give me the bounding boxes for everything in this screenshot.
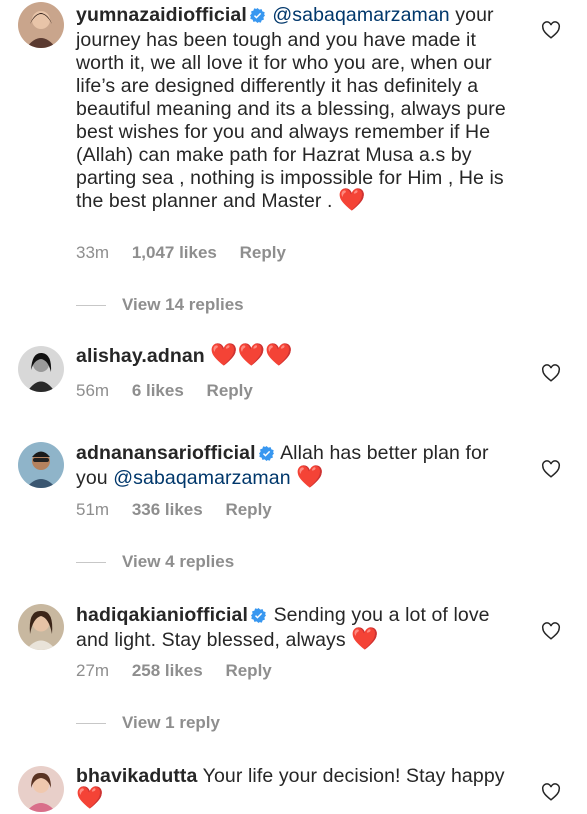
view-replies-label: View 14 replies <box>122 295 244 314</box>
comment-time: 51m <box>76 500 110 519</box>
comment-time: 27m <box>76 661 110 680</box>
avatar[interactable] <box>18 442 64 488</box>
reply-button[interactable]: Reply <box>225 500 271 519</box>
view-replies-button[interactable]: View 14 replies <box>76 295 244 315</box>
comment-time: 33m <box>76 243 110 262</box>
comment-text: your journey has been tough and you have… <box>76 4 506 212</box>
comment-username[interactable]: hadiqakianiofficial <box>76 604 248 626</box>
comment-username[interactable]: yumnazaidiofficial <box>76 4 247 26</box>
comment-heart-emoji: ❤️ <box>296 465 324 490</box>
comment-likes[interactable]: 258 likes <box>132 661 203 680</box>
avatar[interactable] <box>18 346 64 392</box>
divider-line <box>76 561 106 563</box>
heart-outline-icon[interactable] <box>541 21 561 39</box>
comment-username[interactable]: adnanansariofficial <box>76 442 256 464</box>
comment-heart-emoji: ❤️ <box>351 627 379 652</box>
divider-line <box>76 722 106 724</box>
comment-mention[interactable]: @sabaqamarzaman <box>113 467 290 489</box>
view-replies-label: View 1 reply <box>122 713 220 732</box>
divider-line <box>76 304 106 306</box>
view-replies-label: View 4 replies <box>122 552 235 571</box>
heart-outline-icon[interactable] <box>541 364 561 382</box>
reply-button[interactable]: Reply <box>207 381 253 400</box>
verified-badge-icon <box>251 606 267 629</box>
comment-mention[interactable]: @sabaqamarzaman <box>272 4 449 26</box>
comment-username[interactable]: bhavikadutta <box>76 765 197 787</box>
avatar[interactable] <box>18 604 64 650</box>
view-replies-button[interactable]: View 4 replies <box>76 552 234 572</box>
comment-likes[interactable]: 1,047 likes <box>132 243 217 262</box>
comment-username[interactable]: alishay.adnan <box>76 345 205 367</box>
comment-text: Your life your decision! Stay happy <box>202 765 505 787</box>
heart-outline-icon[interactable] <box>541 460 561 478</box>
comment-heart-emoji: ❤️ <box>76 786 104 811</box>
reply-button[interactable]: Reply <box>240 243 286 262</box>
comment-heart-emoji: ❤️ <box>338 188 366 213</box>
heart-outline-icon[interactable] <box>541 783 561 801</box>
comment-time: 56m <box>76 381 110 400</box>
comment-likes[interactable]: 6 likes <box>132 381 184 400</box>
verified-badge-icon <box>258 444 274 467</box>
avatar[interactable] <box>18 2 64 48</box>
avatar[interactable] <box>18 766 64 812</box>
verified-badge-icon <box>249 6 265 29</box>
comment-heart-emoji: ❤️❤️❤️ <box>210 343 293 368</box>
view-replies-button[interactable]: View 1 reply <box>76 713 220 733</box>
reply-button[interactable]: Reply <box>225 661 271 680</box>
heart-outline-icon[interactable] <box>541 622 561 640</box>
comment-likes[interactable]: 336 likes <box>132 500 203 519</box>
